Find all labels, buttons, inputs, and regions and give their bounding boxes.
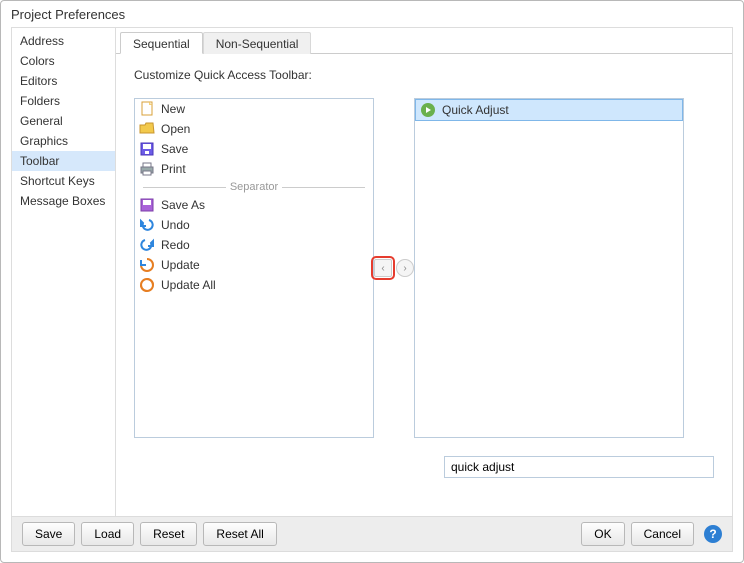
cmd-print[interactable]: Print xyxy=(135,159,373,179)
rename-input[interactable] xyxy=(444,456,714,478)
cmd-update-all[interactable]: Update All xyxy=(135,275,373,295)
quickadjust-icon xyxy=(420,102,436,118)
move-right-button[interactable]: › xyxy=(396,259,414,277)
preferences-window: Project Preferences Address Colors Edito… xyxy=(0,0,744,563)
saveas-icon xyxy=(139,197,155,213)
main-panel: Sequential Non-Sequential Customize Quic… xyxy=(116,28,733,517)
sidebar-item-folders[interactable]: Folders xyxy=(12,91,115,111)
cmd-label: Update xyxy=(161,258,200,272)
input-row xyxy=(116,448,732,478)
cmd-label: Quick Adjust xyxy=(442,103,509,117)
reset-button[interactable]: Reset xyxy=(140,522,197,546)
sidebar-item-shortcut-keys[interactable]: Shortcut Keys xyxy=(12,171,115,191)
cmd-save[interactable]: Save xyxy=(135,139,373,159)
ok-button[interactable]: OK xyxy=(581,522,624,546)
update-icon xyxy=(139,257,155,273)
transfer-arrows: ‹ › xyxy=(374,259,414,277)
cmd-save-as[interactable]: Save As xyxy=(135,195,373,215)
reset-all-button[interactable]: Reset All xyxy=(203,522,276,546)
category-sidebar: Address Colors Editors Folders General G… xyxy=(11,28,116,517)
sidebar-item-address[interactable]: Address xyxy=(12,31,115,51)
move-left-button[interactable]: ‹ xyxy=(374,259,392,277)
cmd-label: Save xyxy=(161,142,188,156)
separator-row[interactable]: Separator xyxy=(135,179,373,195)
cmd-redo[interactable]: Redo xyxy=(135,235,373,255)
sidebar-item-editors[interactable]: Editors xyxy=(12,71,115,91)
help-icon[interactable]: ? xyxy=(704,525,722,543)
button-bar: Save Load Reset Reset All OK Cancel ? xyxy=(11,516,733,552)
cancel-button[interactable]: Cancel xyxy=(631,522,694,546)
customize-label: Customize Quick Access Toolbar: xyxy=(116,54,732,88)
save-button[interactable]: Save xyxy=(22,522,75,546)
load-button[interactable]: Load xyxy=(81,522,134,546)
print-icon xyxy=(139,161,155,177)
open-icon xyxy=(139,121,155,137)
cmd-undo[interactable]: Undo xyxy=(135,215,373,235)
save-icon xyxy=(139,141,155,157)
tab-non-sequential[interactable]: Non-Sequential xyxy=(203,32,312,54)
tab-bar: Sequential Non-Sequential xyxy=(116,28,732,54)
cmd-update[interactable]: Update xyxy=(135,255,373,275)
cmd-label: New xyxy=(161,102,185,116)
undo-icon xyxy=(139,217,155,233)
cmd-label: Print xyxy=(161,162,186,176)
cmd-label: Redo xyxy=(161,238,190,252)
sidebar-item-graphics[interactable]: Graphics xyxy=(12,131,115,151)
sidebar-item-message-boxes[interactable]: Message Boxes xyxy=(12,191,115,211)
cmd-label: Open xyxy=(161,122,190,136)
updateall-icon xyxy=(139,277,155,293)
window-title: Project Preferences xyxy=(1,1,743,27)
cmd-label: Undo xyxy=(161,218,190,232)
new-icon xyxy=(139,101,155,117)
selected-commands-list[interactable]: Quick Adjust xyxy=(414,98,684,438)
redo-icon xyxy=(139,237,155,253)
tab-sequential[interactable]: Sequential xyxy=(120,32,203,54)
sidebar-item-general[interactable]: General xyxy=(12,111,115,131)
sidebar-item-colors[interactable]: Colors xyxy=(12,51,115,71)
cmd-new[interactable]: New xyxy=(135,99,373,119)
lists-row: New Open Save Print Separator Save As Un… xyxy=(116,88,732,448)
content-area: Address Colors Editors Folders General G… xyxy=(11,27,733,517)
cmd-label: Save As xyxy=(161,198,205,212)
cmd-label: Update All xyxy=(161,278,216,292)
cmd-open[interactable]: Open xyxy=(135,119,373,139)
cmd-quick-adjust[interactable]: Quick Adjust xyxy=(415,99,683,121)
available-commands-list[interactable]: New Open Save Print Separator Save As Un… xyxy=(134,98,374,438)
separator-label: Separator xyxy=(230,181,278,193)
sidebar-item-toolbar[interactable]: Toolbar xyxy=(12,151,115,171)
